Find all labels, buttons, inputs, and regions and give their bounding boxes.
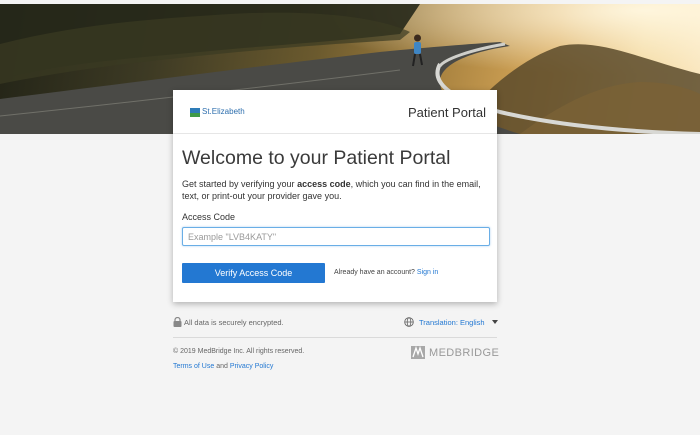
intro-text: Get started by verifying your access cod… (182, 178, 487, 202)
secure-text: All data is securely encrypted. (184, 318, 284, 327)
st-elizabeth-logo: St.Elizabeth (190, 107, 250, 119)
caret-down-icon[interactable] (492, 320, 498, 324)
card-header: St.Elizabeth Patient Portal (173, 90, 497, 134)
logo-text: St.Elizabeth (202, 107, 245, 116)
page-title: Welcome to your Patient Portal (182, 147, 451, 169)
have-account-text: Already have an account? (334, 269, 415, 276)
copyright-text: © 2019 MedBridge Inc. All rights reserve… (173, 348, 305, 355)
sign-in-link[interactable]: Sign in (417, 269, 438, 276)
verify-access-code-button[interactable]: Verify Access Code (182, 263, 325, 283)
access-code-input[interactable] (182, 227, 490, 246)
globe-icon (404, 317, 414, 327)
intro-bold: access code (297, 179, 351, 189)
medbridge-logo-text: MEDBRIDGE (429, 347, 500, 359)
legal-links: Terms of Use and Privacy Policy (173, 363, 273, 370)
terms-of-use-link[interactable]: Terms of Use (173, 363, 214, 370)
medbridge-logo: MEDBRIDGE (411, 346, 499, 360)
medbridge-logo-icon (411, 346, 425, 359)
intro-prefix: Get started by verifying your (182, 179, 298, 189)
have-account-row: Already have an account? Sign in (334, 269, 438, 276)
login-card: St.Elizabeth Patient Portal Welcome to y… (173, 90, 497, 302)
and-text: and (216, 363, 228, 370)
portal-title: Patient Portal (407, 105, 486, 120)
lock-icon (173, 317, 182, 327)
access-code-label: Access Code (182, 212, 236, 222)
privacy-policy-link[interactable]: Privacy Policy (230, 363, 274, 370)
translation-label[interactable]: Translation: English (419, 318, 485, 327)
footer-divider (173, 337, 497, 338)
st-elizabeth-logo-icon (190, 108, 200, 117)
